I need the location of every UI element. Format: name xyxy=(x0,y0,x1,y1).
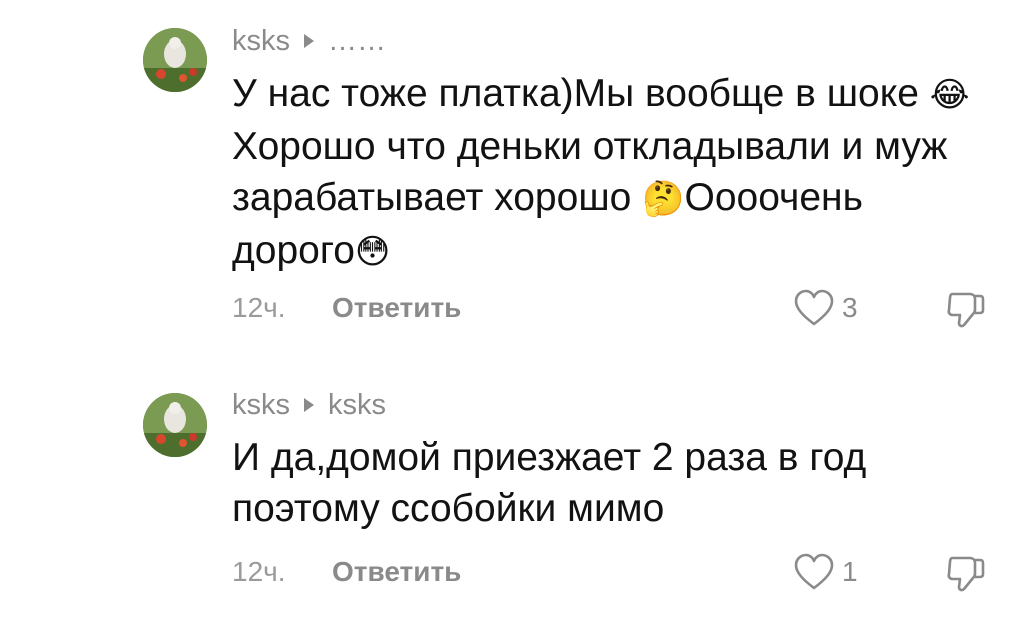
heart-outline-icon xyxy=(794,553,834,590)
like-count: 1 xyxy=(842,556,858,587)
comment-actions: 12ч. Ответить 1 xyxy=(232,552,992,592)
timestamp: 12ч. xyxy=(232,556,286,587)
like-button[interactable]: 1 xyxy=(792,552,858,592)
reply-button[interactable]: Ответить xyxy=(332,556,461,588)
comment-meta: ksks ksks xyxy=(232,388,386,422)
reply-button[interactable]: Ответить xyxy=(332,292,461,324)
thumbs-down-outline-icon xyxy=(947,556,985,592)
caret-right-icon xyxy=(304,34,314,48)
like-button[interactable]: 3 xyxy=(792,288,858,328)
reply-to-name[interactable]: ksks xyxy=(328,389,386,422)
heart-outline-icon xyxy=(794,289,834,326)
emoji: 😂 xyxy=(929,75,970,115)
comment-meta: ksks …… xyxy=(232,24,386,58)
author-name[interactable]: ksks xyxy=(232,389,290,422)
avatar[interactable] xyxy=(143,28,207,92)
emoji: 😳 xyxy=(354,232,391,272)
dislike-button[interactable] xyxy=(944,288,986,337)
comment-actions: 12ч. Ответить 3 xyxy=(232,288,992,328)
comment-text: У нас тоже платка)Мы вообще в шоке 😂Хоро… xyxy=(232,72,970,272)
avatar[interactable] xyxy=(143,393,207,457)
reply-to-name[interactable]: …… xyxy=(328,25,386,58)
timestamp: 12ч. xyxy=(232,292,286,323)
emoji: 🤔 xyxy=(642,179,685,219)
thumbs-down-outline-icon xyxy=(947,292,985,328)
caret-right-icon xyxy=(304,398,314,412)
author-name[interactable]: ksks xyxy=(232,25,290,58)
comment-text: И да,домой приезжает 2 раза в год поэтом… xyxy=(232,436,867,530)
like-count: 3 xyxy=(842,292,858,323)
dislike-button[interactable] xyxy=(944,552,986,601)
